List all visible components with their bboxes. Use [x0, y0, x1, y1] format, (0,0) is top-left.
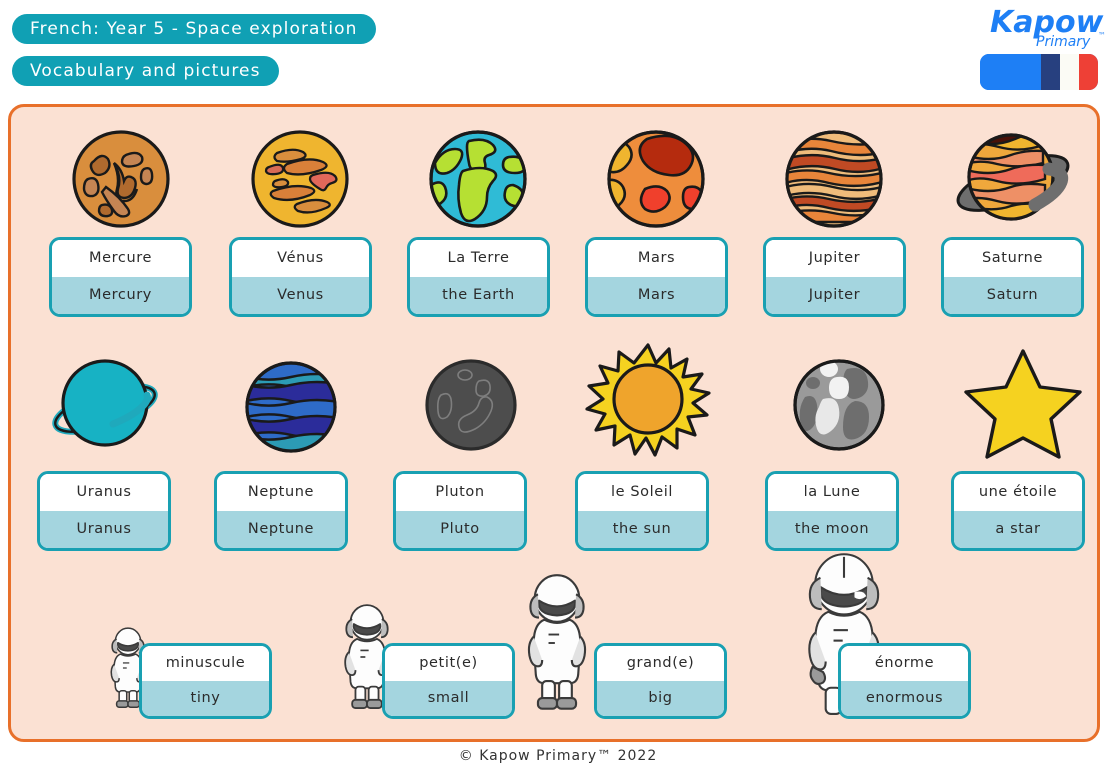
vocab-card[interactable]: Mars Mars — [585, 237, 728, 317]
jupiter-planet — [779, 129, 889, 229]
card-french-label: énorme — [841, 646, 968, 681]
saturn-planet — [951, 127, 1075, 231]
svg-text:™: ™ — [1098, 31, 1106, 40]
venus-planet — [245, 129, 355, 229]
vocab-card[interactable]: Neptune Neptune — [214, 471, 348, 551]
card-english-label: small — [385, 681, 512, 716]
pluto-planet — [419, 355, 523, 455]
vocab-card[interactable]: la Lune the moon — [765, 471, 899, 551]
card-english-label: Jupiter — [766, 277, 903, 314]
vocab-card[interactable]: petit(e) small — [382, 643, 515, 719]
card-english-label: the sun — [578, 511, 706, 548]
kapow-primary-logo: Kapow Primary ™ — [986, 2, 1106, 50]
vocab-card[interactable]: La Terre the Earth — [407, 237, 550, 317]
card-english-label: Mercury — [52, 277, 189, 314]
vocab-card[interactable]: minuscule tiny — [139, 643, 272, 719]
vocab-card[interactable]: Pluton Pluto — [393, 471, 527, 551]
page-subtitle: Vocabulary and pictures — [12, 56, 279, 86]
moon — [787, 355, 891, 455]
content-panel: Mercure Mercury Vénus Venus La Terre the… — [8, 104, 1100, 742]
card-english-label: Pluto — [396, 511, 524, 548]
card-english-label: Uranus — [40, 511, 168, 548]
card-english-label: Venus — [232, 277, 369, 314]
page-title: French: Year 5 - Space exploration — [12, 14, 376, 44]
vocab-card[interactable]: grand(e) big — [594, 643, 727, 719]
card-french-label: Vénus — [232, 240, 369, 277]
card-english-label: the moon — [768, 511, 896, 548]
card-english-label: the Earth — [410, 277, 547, 314]
vocab-card[interactable]: Vénus Venus — [229, 237, 372, 317]
card-english-label: Saturn — [944, 277, 1081, 314]
card-french-label: Jupiter — [766, 240, 903, 277]
astronaut-big — [523, 571, 591, 715]
card-french-label: La Terre — [410, 240, 547, 277]
flag-red-stripe — [1079, 54, 1098, 90]
card-english-label: tiny — [142, 681, 269, 716]
card-french-label: la Lune — [768, 474, 896, 511]
card-english-label: Neptune — [217, 511, 345, 548]
card-french-label: Pluton — [396, 474, 524, 511]
copyright-footer: © Kapow Primary™ 2022 — [458, 748, 658, 764]
flag-badge-fill — [980, 54, 1042, 90]
vocab-card[interactable]: énorme enormous — [838, 643, 971, 719]
vocab-card[interactable]: Uranus Uranus — [37, 471, 171, 551]
card-english-label: Mars — [588, 277, 725, 314]
worksheet-page: French: Year 5 - Space exploration Vocab… — [0, 0, 1116, 782]
neptune-planet — [239, 357, 343, 457]
vocab-card[interactable]: une étoile a star — [951, 471, 1085, 551]
french-flag-badge — [980, 54, 1098, 90]
flag-white-stripe — [1060, 54, 1080, 90]
vocab-card[interactable]: Mercure Mercury — [49, 237, 192, 317]
card-french-label: minuscule — [142, 646, 269, 681]
card-french-label: Neptune — [217, 474, 345, 511]
vocab-card[interactable]: Jupiter Jupiter — [763, 237, 906, 317]
svg-text:Primary: Primary — [1036, 34, 1091, 50]
card-english-label: a star — [954, 511, 1082, 548]
vocab-card[interactable]: Saturne Saturn — [941, 237, 1084, 317]
uranus-planet — [47, 355, 167, 455]
card-french-label: Uranus — [40, 474, 168, 511]
card-french-label: une étoile — [954, 474, 1082, 511]
star — [963, 347, 1083, 459]
card-french-label: Mars — [588, 240, 725, 277]
card-english-label: enormous — [841, 681, 968, 716]
card-french-label: grand(e) — [597, 646, 724, 681]
sun — [583, 341, 713, 461]
mars-planet — [601, 129, 711, 229]
vocab-card[interactable]: le Soleil the sun — [575, 471, 709, 551]
flag-blue-stripe — [1041, 54, 1061, 90]
card-french-label: Saturne — [944, 240, 1081, 277]
card-english-label: big — [597, 681, 724, 716]
card-french-label: petit(e) — [385, 646, 512, 681]
card-french-label: le Soleil — [578, 474, 706, 511]
earth-planet — [423, 129, 533, 229]
mercury-planet — [66, 129, 176, 229]
card-french-label: Mercure — [52, 240, 189, 277]
